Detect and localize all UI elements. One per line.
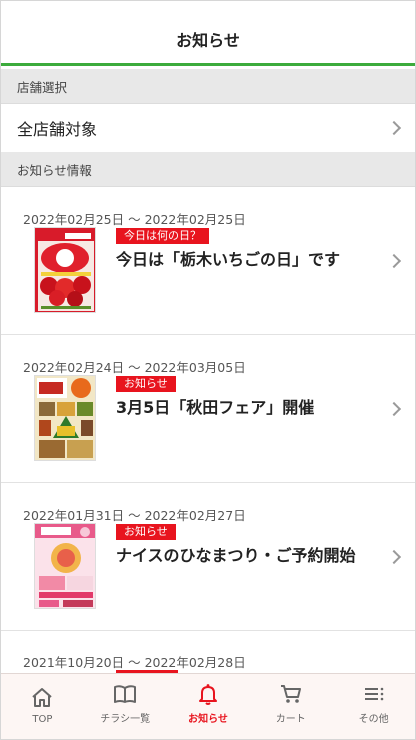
tab-label: カート: [275, 714, 306, 725]
bottom-tab-bar: TOP チラシ一覧 お知らせ カート その他: [1, 673, 415, 739]
page-title: お知らせ: [176, 31, 240, 50]
store-section-label: 店舗選択: [17, 79, 68, 95]
chevron-right-icon: [386, 549, 402, 565]
news-title: 今日は「栃木いちごの日」です: [116, 250, 341, 269]
tab-top[interactable]: TOP: [1, 674, 84, 739]
news-tag: お知らせ: [116, 524, 176, 540]
news-tag: お知らせ: [116, 376, 176, 392]
store-select-row[interactable]: 全店舗対象: [1, 104, 415, 152]
news-item[interactable]: 2022年02月24日 〜 2022年03月05日 お知らせ 3月5日「秋田フェ…: [1, 335, 415, 483]
news-title: ナイスのひなまつり・ご予約開始: [116, 546, 356, 565]
tab-cart[interactable]: カート: [249, 674, 332, 739]
news-date: 2022年02月24日 〜 2022年03月05日: [23, 360, 246, 375]
akita-fair-flyer-image: [35, 376, 95, 460]
news-thumbnail-akita: [34, 375, 96, 461]
news-section-header: お知らせ情報: [1, 152, 415, 187]
page-header: お知らせ: [1, 1, 415, 66]
tab-label: その他: [358, 714, 389, 725]
news-tag: 今日は何の日？: [116, 228, 209, 244]
cart-icon: [280, 685, 301, 703]
news-section-label: お知らせ情報: [17, 162, 92, 178]
news-thumbnail-hinamatsuri: [34, 523, 96, 609]
tab-flyers[interactable]: チラシ一覧: [84, 674, 167, 739]
tab-more[interactable]: その他: [332, 674, 415, 739]
tab-news[interactable]: お知らせ: [167, 674, 250, 739]
tab-label: チラシ一覧: [100, 714, 151, 725]
chevron-right-icon: [386, 120, 402, 136]
store-section-header: 店舗選択: [1, 69, 415, 104]
news-list: 2022年02月25日 〜 2022年02月25日 今日は何の日？ 今日は「栃木…: [1, 187, 415, 631]
tab-label: TOP: [32, 714, 53, 725]
strawberry-flyer-image: [35, 228, 95, 312]
news-title: 3月5日「秋田フェア」開催: [116, 398, 315, 417]
chevron-right-icon: [386, 401, 402, 417]
book-icon: [114, 685, 137, 703]
menu-icon: [364, 687, 383, 701]
news-item[interactable]: 2022年02月25日 〜 2022年02月25日 今日は何の日？ 今日は「栃木…: [1, 187, 415, 335]
store-select-value: 全店舗対象: [17, 120, 98, 139]
home-icon: [32, 688, 53, 707]
news-date-partial: 2021年10月20日 〜 2022年02月28日: [23, 655, 246, 670]
news-date: 2022年01月31日 〜 2022年02月27日: [23, 508, 246, 523]
bell-icon: [198, 684, 217, 705]
news-item[interactable]: 2022年01月31日 〜 2022年02月27日 お知らせ ナイスのひなまつり…: [1, 483, 415, 631]
tab-label: お知らせ: [188, 714, 228, 725]
app-screen: お知らせ 店舗選択 全店舗対象 お知らせ情報 2022年02月25日 〜 202…: [0, 0, 416, 740]
news-date: 2022年02月25日 〜 2022年02月25日: [23, 212, 246, 227]
hinamatsuri-flyer-image: [35, 524, 95, 608]
news-thumbnail-strawberry: [34, 227, 96, 313]
chevron-right-icon: [386, 253, 402, 269]
